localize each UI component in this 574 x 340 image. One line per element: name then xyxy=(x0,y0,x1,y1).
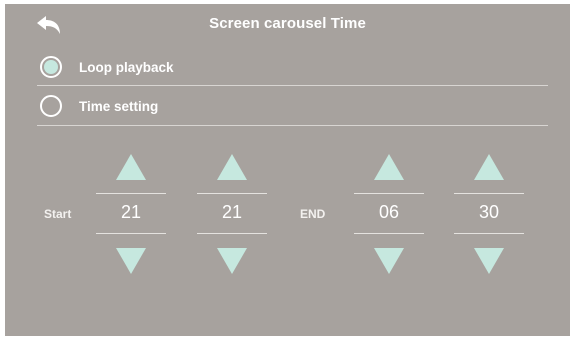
radio-selected-dot xyxy=(44,60,58,74)
increment-arrow-icon[interactable] xyxy=(116,154,146,180)
decrement-arrow-icon[interactable] xyxy=(217,248,247,274)
start-minute-spinner: 21 xyxy=(197,154,267,278)
spinner-line xyxy=(96,193,166,194)
start-minute-value[interactable]: 21 xyxy=(197,202,267,223)
screen: Screen carousel Time Loop playback Time … xyxy=(5,4,570,336)
option-loop-playback[interactable]: Loop playback xyxy=(40,53,174,81)
spinner-line xyxy=(96,233,166,234)
increment-arrow-icon[interactable] xyxy=(474,154,504,180)
decrement-arrow-icon[interactable] xyxy=(474,248,504,274)
loop-playback-label: Loop playback xyxy=(79,59,174,75)
spinner-line xyxy=(197,233,267,234)
option-time-setting[interactable]: Time setting xyxy=(40,92,158,120)
time-setting-radio[interactable] xyxy=(40,95,62,117)
divider xyxy=(37,85,548,86)
spinner-line xyxy=(454,193,524,194)
divider xyxy=(37,125,548,126)
spinner-line xyxy=(354,233,424,234)
increment-arrow-icon[interactable] xyxy=(217,154,247,180)
spinner-line xyxy=(197,193,267,194)
loop-playback-radio[interactable] xyxy=(40,56,62,78)
start-label: Start xyxy=(44,207,72,221)
start-hour-value[interactable]: 21 xyxy=(96,202,166,223)
end-minute-spinner: 30 xyxy=(454,154,524,278)
end-hour-spinner: 06 xyxy=(354,154,424,278)
spinner-line xyxy=(354,193,424,194)
time-setting-label: Time setting xyxy=(79,98,159,114)
decrement-arrow-icon[interactable] xyxy=(116,248,146,274)
end-label: END xyxy=(300,207,326,221)
end-hour-value[interactable]: 06 xyxy=(354,202,424,223)
page-title: Screen carousel Time xyxy=(209,15,366,32)
start-hour-spinner: 21 xyxy=(96,154,166,278)
decrement-arrow-icon[interactable] xyxy=(374,248,404,274)
end-minute-value[interactable]: 30 xyxy=(454,202,524,223)
increment-arrow-icon[interactable] xyxy=(374,154,404,180)
spinner-line xyxy=(454,233,524,234)
